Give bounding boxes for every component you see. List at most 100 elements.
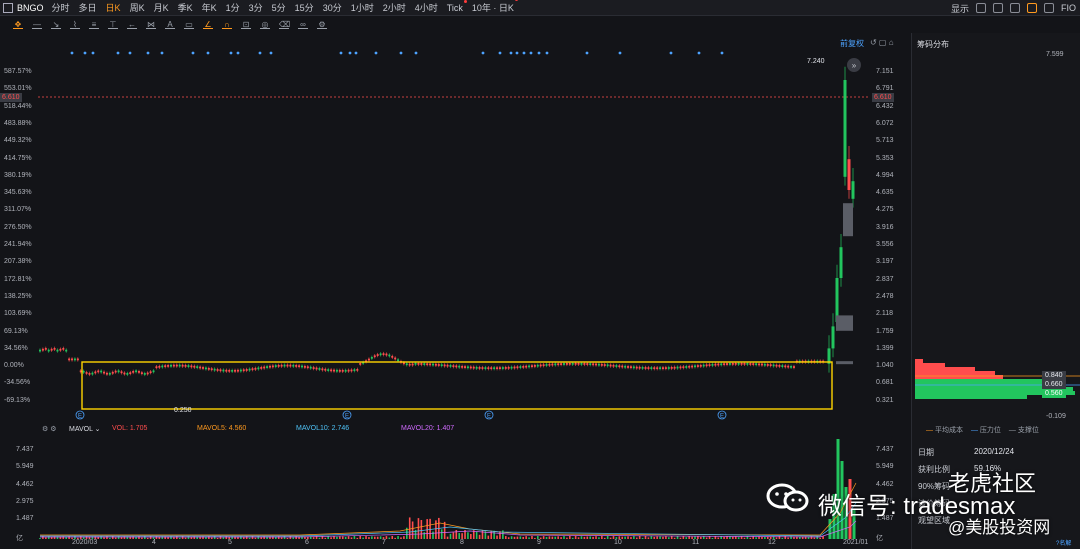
lock-icon[interactable]: ⊡ [241, 20, 251, 29]
line-tool-icon[interactable]: — [32, 20, 42, 29]
ray-tool-icon[interactable]: ↘ [51, 20, 61, 29]
candle-body [379, 353, 382, 356]
candle-body [164, 365, 167, 368]
symbol-selector[interactable]: BNGO [3, 2, 44, 13]
candle-body [528, 365, 531, 368]
volume-bar [470, 533, 472, 539]
candle-body [71, 358, 74, 361]
candle-body [484, 367, 487, 369]
period-tab[interactable]: 4小时 [415, 1, 438, 14]
candlestick-chart[interactable]: E E E E » 587.57% 553.01% 518.44% 483.88% 449.32… [0, 33, 910, 421]
volume-bar [248, 537, 251, 539]
support-badge: 0.560 [1042, 389, 1066, 398]
earnings-marker-label: E [720, 414, 724, 420]
candlestick-canvas[interactable]: E E E E » [0, 33, 910, 421]
measure-tool-icon[interactable]: ⋈ [146, 20, 156, 29]
period-tab[interactable]: 季K [178, 1, 193, 14]
fq-button[interactable]: 前复权 [840, 38, 864, 49]
period-tab[interactable]: 1小时 [351, 1, 374, 14]
volume-bar [606, 536, 609, 539]
explain-link[interactable]: ?名解 [1056, 538, 1071, 547]
candle-body [563, 363, 565, 365]
link-icon[interactable]: ∞ [298, 20, 308, 29]
volume-bar [411, 521, 414, 539]
volume-bar [673, 537, 676, 539]
volume-bar [595, 536, 597, 539]
move-icon[interactable]: ✥ [13, 20, 23, 29]
eye-icon[interactable]: ◎ [260, 20, 270, 29]
volume-bar [700, 537, 702, 539]
arrow-tool-icon[interactable]: ← [127, 20, 137, 29]
period-tab[interactable]: 年K [202, 1, 217, 14]
candle-body [260, 367, 263, 369]
settings-icon[interactable]: ⚙ [317, 20, 327, 29]
volume-bar [222, 537, 225, 539]
candle-body [522, 365, 525, 368]
brush-tool-icon[interactable]: ∠ [203, 20, 213, 29]
candle-body [397, 359, 400, 362]
period-tab[interactable]: 分时 [52, 1, 70, 14]
candle-body [257, 367, 260, 370]
volume-bar [403, 536, 405, 539]
period-tab[interactable]: 周K [130, 1, 145, 14]
camera-icon[interactable] [1010, 3, 1020, 13]
rect-tool-icon[interactable]: ▭ [184, 20, 194, 29]
candle-body [530, 365, 533, 368]
magnet-icon[interactable]: ∩ [222, 20, 232, 29]
candle-body [280, 364, 283, 367]
percent-tick: 345.63% [4, 189, 32, 197]
candle-body [88, 372, 91, 375]
period-tab[interactable]: 1分 [226, 1, 240, 14]
percent-tick: 207.38% [4, 258, 32, 266]
period-tab[interactable]: 15分 [295, 1, 314, 14]
period-tab[interactable]: 10年 · 日K [472, 0, 518, 14]
expand-icon: » [852, 61, 857, 70]
volume-bar [373, 536, 376, 539]
period-tab[interactable]: 5分 [272, 1, 286, 14]
polyline-tool-icon[interactable]: ⌇ [70, 20, 80, 29]
period-tab[interactable]: 月K [154, 1, 169, 14]
candle-body [184, 364, 187, 367]
candle-body [452, 365, 455, 368]
event-dot-icon [236, 51, 240, 55]
volume-bar [216, 537, 219, 539]
volume-bar [400, 537, 402, 539]
gear-icon[interactable] [976, 3, 986, 13]
candle-body [784, 365, 787, 368]
period-tab[interactable]: Tick [447, 0, 467, 13]
candle-body [289, 364, 292, 367]
fq-toggle[interactable]: FIO [1061, 3, 1076, 13]
channel-tool-icon[interactable]: ≡ [89, 20, 99, 29]
candle-body [239, 369, 242, 372]
fib-tool-icon[interactable]: ⊤ [108, 20, 118, 29]
candle-body [266, 366, 269, 368]
volume-bar [184, 537, 187, 539]
candle-body [114, 370, 117, 373]
undo-icon[interactable]: ↺ ▢ ⌂ [870, 38, 894, 47]
pen-icon[interactable] [1027, 3, 1037, 13]
candle-body [618, 365, 621, 368]
volume-tick: 7.437 [876, 446, 894, 453]
period-tab[interactable]: 3分 [249, 1, 263, 14]
volume-bar [478, 534, 481, 539]
period-tab[interactable]: 30分 [323, 1, 342, 14]
layout-icon[interactable] [1044, 3, 1054, 13]
text-tool-icon[interactable]: A [165, 20, 175, 29]
volume-bar [251, 536, 254, 539]
window-icon[interactable] [993, 3, 1003, 13]
top-bar: BNGO 分时 多日 日K 周K 月K 季K 年K 1分 3分 5分 15分 30分 1小时 2小时 4小时… [0, 0, 1080, 16]
period-tab[interactable]: 2小时 [383, 1, 406, 14]
period-tab[interactable]: 多日 [79, 1, 97, 14]
candle-body [367, 358, 370, 361]
date-tick: 2020/03 [72, 539, 98, 546]
volume-bar [490, 530, 493, 539]
volume-bar [455, 530, 458, 539]
avg-cost-badge: 0.840 [1042, 371, 1066, 380]
delete-icon[interactable]: ⌫ [279, 20, 290, 29]
volume-bar [647, 537, 650, 539]
volume-bar [144, 536, 146, 539]
display-button[interactable]: 显示 [951, 2, 969, 15]
high-price-label: 7.240 [807, 58, 825, 65]
candle-body [56, 349, 59, 352]
period-tab[interactable]: 日K [106, 1, 121, 14]
